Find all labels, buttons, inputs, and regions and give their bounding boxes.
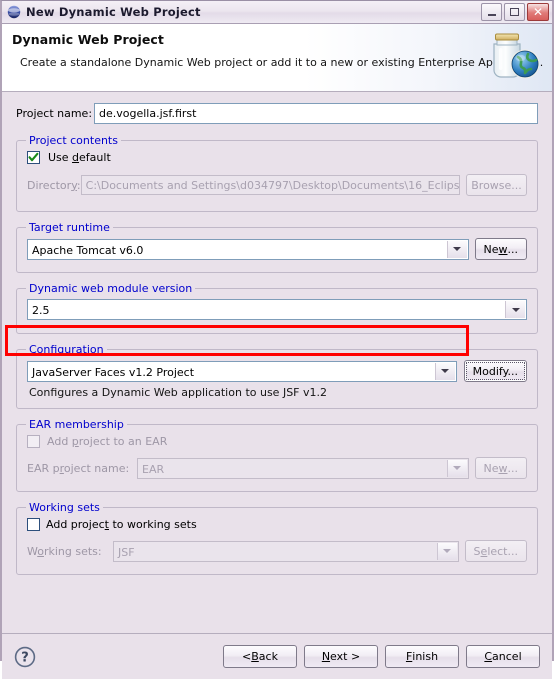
configuration-group: Configuration JavaServer Faces v1.2 Proj… [16, 343, 538, 409]
use-default-checkbox[interactable] [27, 151, 40, 164]
configuration-title: Configuration [26, 343, 107, 356]
window-title: New Dynamic Web Project [26, 5, 201, 19]
directory-row: Directory: C:\Documents and Settings\d03… [27, 174, 527, 196]
directory-label: Directory: [27, 178, 81, 192]
web-module-version-combo[interactable]: 2.5 [27, 299, 527, 320]
svg-text:?: ? [21, 650, 29, 665]
close-icon: ✕ [532, 5, 544, 19]
working-sets-value: JSF [118, 545, 135, 559]
working-sets-title: Working sets [26, 501, 103, 514]
configuration-hint: Configures a Dynamic Web application to … [29, 386, 327, 399]
war-jar-globe-icon [482, 28, 544, 86]
target-runtime-combo[interactable]: Apache Tomcat v6.0 [27, 238, 469, 260]
help-question-icon[interactable]: ? [14, 646, 36, 668]
add-to-ear-checkbox [27, 435, 40, 448]
target-runtime-group: Target runtime Apache Tomcat v6.0 Ne w... [16, 221, 538, 273]
eclipse-sphere-icon [7, 5, 21, 19]
working-sets-group: Working sets Add project to working sets… [16, 501, 538, 575]
working-sets-row: Working sets: JSF Se lect... [27, 540, 527, 562]
chevron-down-icon[interactable] [434, 362, 455, 380]
ear-project-name-label: EAR project name: [27, 461, 130, 475]
directory-input: C:\Documents and Settings\d034797\Deskto… [80, 175, 461, 195]
wizard-footer: ? < Back Next > Finish Cancel [2, 634, 552, 679]
add-to-ear-row: Add project to an EAR [27, 435, 527, 448]
cancel-button[interactable]: Cancel [466, 645, 540, 668]
chevron-down-icon[interactable] [505, 301, 525, 318]
close-button[interactable]: ✕ [527, 3, 549, 21]
chevron-down-icon [446, 459, 467, 477]
maximize-icon [510, 8, 519, 16]
maximize-button[interactable] [504, 3, 525, 21]
chevron-down-icon[interactable] [446, 240, 467, 258]
chevron-down-icon [436, 542, 457, 560]
new-ear-button: Ne w... [474, 457, 527, 479]
project-contents-title: Project contents [26, 134, 121, 147]
select-working-sets-button: Se lect... [464, 540, 527, 562]
back-button[interactable]: < Back [223, 645, 297, 668]
web-module-version-group: Dynamic web module version 2.5 [16, 282, 538, 334]
footer-button-group: < Back Next > Finish Cancel [223, 645, 540, 668]
project-contents-group: Project contents Use default Directory: … [16, 134, 538, 212]
new-dynamic-web-project-dialog: New Dynamic Web Project ✕ Dynamic Web Pr… [0, 0, 554, 679]
wizard-body: Project name: de.vogella.jsf.first Proje… [2, 103, 552, 633]
configuration-combo[interactable]: JavaServer Faces v1.2 Project [27, 360, 457, 382]
new-runtime-button[interactable]: Ne w... [474, 238, 527, 260]
target-runtime-value: Apache Tomcat v6.0 [32, 243, 144, 257]
browse-button: Browse... [466, 174, 527, 196]
next-button[interactable]: Next > [304, 645, 378, 668]
add-to-working-sets-label: Add project to working sets [46, 518, 197, 531]
target-runtime-row: Apache Tomcat v6.0 Ne w... [27, 238, 527, 260]
ear-project-name-value: EAR [142, 462, 165, 476]
ear-project-name-combo: EAR [137, 457, 469, 479]
web-module-version-title: Dynamic web module version [26, 282, 196, 295]
working-sets-label: Working sets: [27, 544, 102, 558]
window-controls: ✕ [481, 3, 549, 21]
page-title: Dynamic Web Project [12, 32, 165, 47]
configuration-value: JavaServer Faces v1.2 Project [32, 365, 195, 379]
finish-button[interactable]: Finish [385, 645, 459, 668]
project-name-row: Project name: de.vogella.jsf.first [16, 103, 538, 124]
wizard-header: Dynamic Web Project Create a standalone … [2, 24, 552, 92]
web-module-version-value: 2.5 [32, 304, 50, 317]
title-bar: New Dynamic Web Project ✕ [2, 1, 552, 24]
checkmark-icon [28, 152, 39, 162]
working-sets-combo: JSF [113, 540, 459, 562]
ear-membership-title: EAR membership [26, 418, 127, 431]
minimize-button[interactable] [481, 3, 502, 21]
modify-button[interactable]: Modify... [463, 360, 527, 382]
target-runtime-title: Target runtime [26, 221, 113, 234]
add-to-working-sets-checkbox[interactable] [27, 518, 40, 531]
project-name-input[interactable]: de.vogella.jsf.first [94, 103, 538, 124]
add-to-working-sets-row[interactable]: Add project to working sets [27, 518, 527, 531]
page-description: Create a standalone Dynamic Web project … [20, 56, 544, 69]
use-default-label: Use default [48, 151, 111, 164]
minimize-icon [487, 14, 496, 16]
add-to-ear-label: Add project to an EAR [47, 435, 168, 448]
ear-membership-group: EAR membership Add project to an EAR EAR… [16, 418, 538, 492]
configuration-row: JavaServer Faces v1.2 Project Modify... [27, 360, 527, 382]
use-default-row[interactable]: Use default [27, 151, 527, 164]
project-name-label: Project name: [16, 107, 93, 120]
ear-project-name-row: EAR project name: EAR Ne w... [27, 457, 527, 479]
